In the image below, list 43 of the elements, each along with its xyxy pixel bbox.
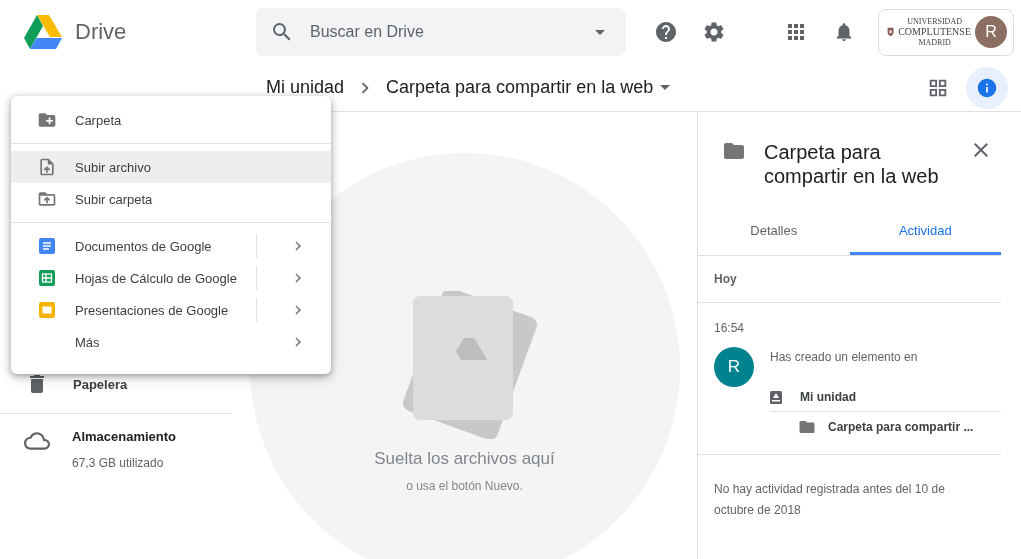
help-icon [654,20,678,44]
menu-item[interactable]: Documentos de Google [11,230,331,262]
menu-item[interactable]: Presentaciones de Google [11,294,331,326]
product-name: Drive [75,19,127,45]
drive-logo-icon [24,15,62,49]
user-avatar[interactable]: R [975,16,1007,48]
storage-usage: 67,3 GB utilizado [72,456,165,470]
document-icon [39,238,55,254]
day-label: Hoy [714,272,738,286]
storage-label: Almacenamiento [72,429,177,444]
menu-item[interactable]: Subir carpeta [11,183,331,215]
presentation-icon [39,302,55,318]
menu-item[interactable]: Más [11,326,331,358]
dropdown-caret-icon [660,85,671,90]
breadcrumb-item[interactable]: Carpeta para compartir en la web [386,77,678,98]
drive-location[interactable]: Mi unidad [800,390,856,404]
file-upload-icon [37,156,57,178]
folder-icon [798,418,816,436]
drop-zone-title: Suelta los archivos aquí [374,449,555,469]
sidebar-item[interactable]: Papelera [0,364,232,404]
activity-message: Has creado un elemento en [770,350,919,364]
folder-location[interactable]: Carpeta para compartir ... [828,420,974,434]
drive-icon [770,390,782,404]
details-title: Carpeta para compartir en la web [764,140,940,188]
search-input[interactable]: Buscar en Drive [308,22,574,42]
info-button[interactable] [966,66,1008,109]
details-tab[interactable]: Detalles [698,208,850,255]
activity-note: No hay actividad registrada antes del 10 de octubre de 2018 [714,481,946,519]
settings-icon [702,20,726,44]
dropdown-caret-icon [595,29,605,35]
breadcrumb-item[interactable]: Mi unidad [266,77,345,98]
university-logo-text: UNIVERSIDAD COMPLUTENSE MADRID [898,17,971,47]
menu-item[interactable]: Carpeta [11,104,331,136]
search-field[interactable]: Buscar en Drive [256,8,626,56]
menu-item[interactable]: Hojas de Cálculo de Google [11,262,331,294]
menu-item[interactable]: Subir archivo [11,151,331,183]
user-avatar: R [714,347,754,387]
drop-zone-hint: o usa el botón Nuevo. [406,479,523,493]
activity-time: 16:54 [714,321,746,335]
info-icon [976,76,998,99]
details-tab[interactable]: Actividad [849,208,1001,255]
account-switcher[interactable]: UNIVERSIDAD COMPLUTENSE MADRID R [878,8,1014,56]
spreadsheet-icon [39,270,55,286]
